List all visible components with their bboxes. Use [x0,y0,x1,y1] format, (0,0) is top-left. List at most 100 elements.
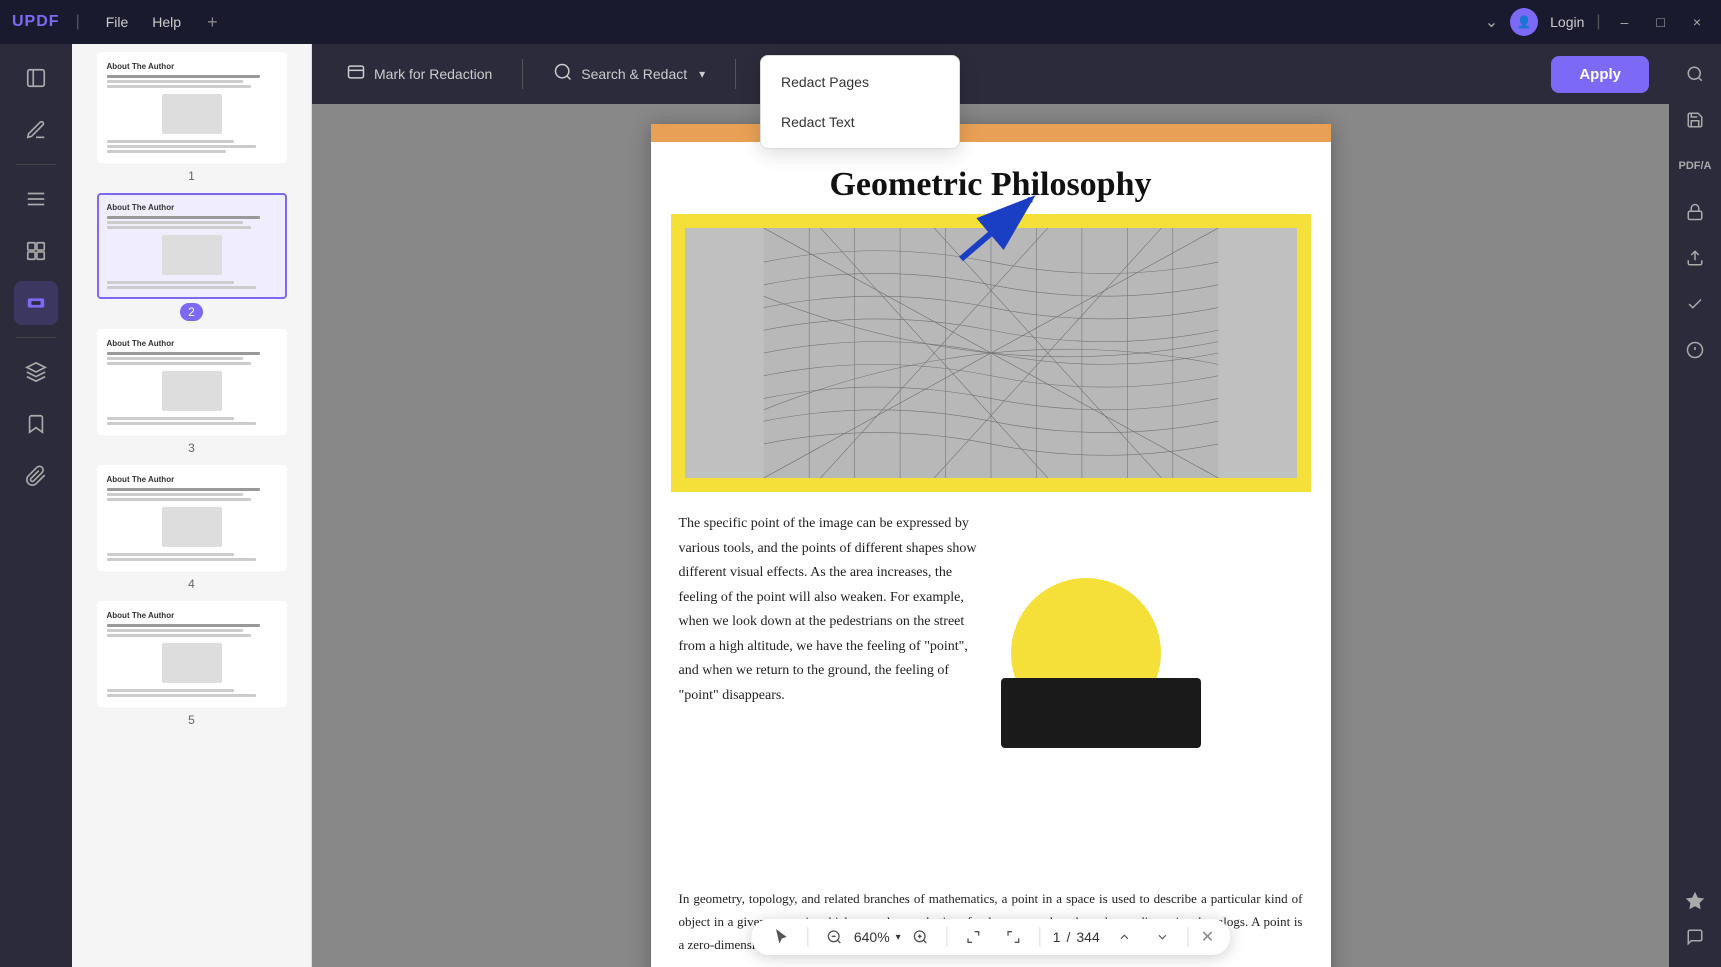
sidebar-icon-list[interactable] [14,177,58,221]
close-button[interactable]: × [1685,10,1709,34]
page-navigation: 1 / 344 [1053,929,1100,945]
right-chat-icon[interactable] [1677,919,1713,955]
redact-text-item[interactable]: Redact Text [761,102,959,142]
search-redact-dropdown: Redact Pages Redact Text [760,55,960,149]
mark-for-redaction-button[interactable]: Mark for Redaction [332,54,506,95]
page-separator: / [1066,929,1070,945]
titlebar-separator: | [76,13,80,31]
login-button[interactable]: Login [1550,14,1584,30]
thumb-number-5: 5 [180,711,203,729]
next-page-button[interactable] [1150,926,1176,948]
thumb-lines-3 [107,352,277,425]
two-col-section: The specific point of the image can be e… [651,492,1331,728]
zoom-in-button[interactable] [907,925,935,949]
current-page: 1 [1053,929,1061,945]
total-pages: 344 [1076,929,1099,945]
sidebar-icon-layers[interactable] [14,350,58,394]
zoom-out-button[interactable] [820,925,848,949]
toolbar-sep-3 [1040,927,1041,947]
maximize-button[interactable]: □ [1648,10,1672,34]
apply-button[interactable]: Apply [1551,56,1649,93]
thumb-number-2: 2 [180,303,203,321]
sidebar-icon-bookmark[interactable] [14,402,58,446]
search-redact-label: Search & Redact [581,66,687,82]
titlebar-right: ⌄ 👤 Login | – □ × [1485,8,1709,36]
redact-pages-item[interactable]: Redact Pages [761,62,959,102]
thumb-title-4: About The Author [107,475,277,484]
toolbar-sep-2 [947,927,948,947]
sidebar-icon-pages[interactable] [14,229,58,273]
right-pdfa-icon[interactable]: PDF/A [1677,148,1713,184]
thumb-number-4: 4 [180,575,203,593]
thumb-lines-4 [107,488,277,561]
pdf-viewer[interactable]: Geometric Philosophy [312,104,1669,967]
prev-page-button[interactable] [1112,926,1138,948]
cursor-tool-button[interactable] [767,925,795,949]
thumb-title-1: About The Author [107,62,277,71]
thumb-number-3: 3 [180,439,203,457]
new-tab-button[interactable]: + [207,12,218,33]
menu-help[interactable]: Help [142,10,191,34]
minimize-button[interactable]: – [1613,10,1637,34]
arrow-pointer [941,179,1061,284]
thumbnail-panel: About The Author 1 About The Author [72,44,312,967]
bottom-toolbar: 640% ▾ 1 / 344 [751,919,1230,955]
thumb-number-1: 1 [180,167,203,185]
right-save2-icon[interactable] [1677,332,1713,368]
right-share-icon[interactable] [1677,240,1713,276]
search-redact-button[interactable]: Search & Redact ▾ [539,54,719,95]
sidebar-icon-redact[interactable] [14,281,58,325]
thumbnail-item-1[interactable]: About The Author 1 [80,52,303,185]
thumbnail-card-4[interactable]: About The Author [97,465,287,571]
fit-width-button[interactable] [1000,925,1028,949]
sidebar-icon-attach[interactable] [14,454,58,498]
menu-file[interactable]: File [96,10,139,34]
mark-redaction-icon [346,62,366,87]
toolbar: Mark for Redaction Search & Redact ▾ Pro… [312,44,1669,104]
chevron-down-icon[interactable]: ⌄ [1485,12,1498,32]
thumb-title-2: About The Author [107,203,277,212]
thumbnail-card-3[interactable]: About The Author [97,329,287,435]
col-right [1001,512,1303,708]
right-secure-icon[interactable] [1677,194,1713,230]
thumbnail-card-2[interactable]: About The Author [97,193,287,299]
search-redact-icon [553,62,573,87]
thumbnail-item-3[interactable]: About The Author 3 [80,329,303,457]
pdf-page: Geometric Philosophy [651,124,1331,967]
right-sidebar: PDF/A [1669,44,1721,967]
toolbar-separator-1 [522,59,523,89]
fit-page-button[interactable] [960,925,988,949]
page-header [651,134,1331,142]
col-left-text: The specific point of the image can be e… [679,512,981,708]
sidebar-icon-annotate[interactable] [14,108,58,152]
page-top-bar [651,124,1331,134]
thumbnail-item-4[interactable]: About The Author 4 [80,465,303,593]
thumb-lines-5 [107,624,277,697]
right-search-icon[interactable] [1677,56,1713,92]
sidebar-divider-1 [16,164,56,165]
thumbnail-item-2[interactable]: About The Author 2 [80,193,303,321]
close-toolbar-button[interactable]: ✕ [1201,927,1214,947]
search-redact-chevron-icon: ▾ [699,67,705,81]
thumbnail-card-5[interactable]: About The Author [97,601,287,707]
sidebar-divider-2 [16,337,56,338]
header-orange-bar [651,134,1331,142]
thumb-title-5: About The Author [107,611,277,620]
left-sidebar [0,44,72,967]
zoom-dropdown-icon[interactable]: ▾ [896,932,901,943]
thumb-lines-1 [107,75,277,153]
black-box [1001,678,1201,748]
mark-for-redaction-label: Mark for Redaction [374,66,492,82]
right-check-icon[interactable] [1677,286,1713,322]
main-layout: About The Author 1 About The Author [0,44,1721,967]
right-save-icon[interactable] [1677,102,1713,138]
thumbnail-card-1[interactable]: About The Author [97,52,287,163]
right-star-icon[interactable] [1677,883,1713,919]
avatar: 👤 [1510,8,1538,36]
zoom-level: 640% [854,929,890,945]
toolbar-separator-2 [735,59,736,89]
content-area: Mark for Redaction Search & Redact ▾ Pro… [312,44,1669,967]
titlebar-divider: | [1596,13,1600,31]
thumbnail-item-5[interactable]: About The Author 5 [80,601,303,729]
sidebar-icon-reader[interactable] [14,56,58,100]
